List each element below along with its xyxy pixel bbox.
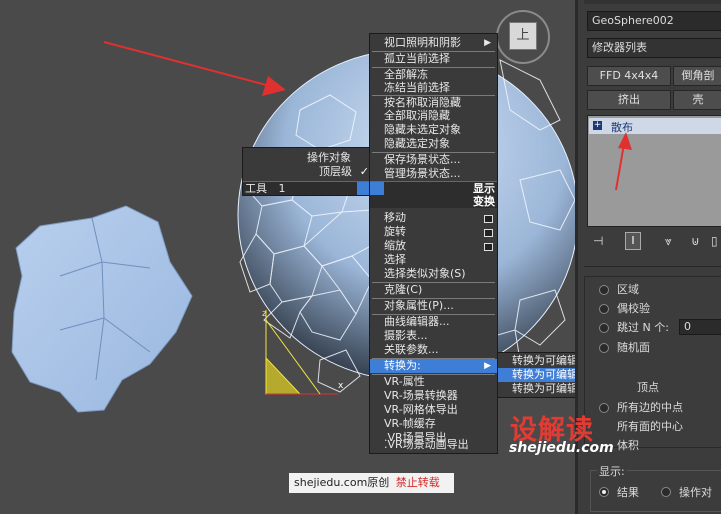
display-header: 显示 <box>370 181 497 195</box>
menu-item-isolate-selection[interactable]: 孤立当前选择 <box>370 52 497 66</box>
command-panel: GeoSphere002 修改器列表 FFD 4x4x4 倒角剖 挤出 壳 + … <box>578 0 721 514</box>
expand-icon[interactable]: + <box>593 121 602 130</box>
menu-item-convert-editable-mesh[interactable]: 转换为可编辑网格 <box>498 354 578 368</box>
menu-item-operation-object[interactable]: 操作对象 <box>243 151 371 165</box>
distribution-group: 区域 偶校验 跳过 N 个: 0 随机面 顶点 所有边的中点 所有面的中心 体积 <box>584 276 721 452</box>
menu-item-viewport-lighting[interactable]: 视口照明和阴影 ▶ <box>370 36 497 50</box>
viewcube[interactable]: 上 <box>496 10 550 64</box>
menu-item-hide-unselected[interactable]: 隐藏未选定对象 <box>370 123 497 137</box>
menu-item-top-level[interactable]: 顶层级 ✓ <box>243 165 371 179</box>
configure-sets-icon[interactable]: ▯ <box>711 234 718 248</box>
extrude-button[interactable]: 挤出 <box>587 90 671 110</box>
menu-item-scale[interactable]: 缩放 <box>370 239 497 253</box>
modifier-list-dropdown[interactable]: 修改器列表 <box>587 38 721 58</box>
watermark-bar: shejiedu.com原创 禁止转载 <box>289 473 454 493</box>
menu-item-convert-to[interactable]: 转换为: ▶ <box>370 359 497 373</box>
menu-item-freeze-selection[interactable]: 冻结当前选择 <box>370 81 497 95</box>
option-box-icon[interactable] <box>484 243 493 251</box>
menu-item-select[interactable]: 选择 <box>370 253 497 267</box>
annotation-arrow <box>615 132 632 191</box>
option-box-icon[interactable] <box>484 229 493 237</box>
quad-menu-right: 视口照明和阴影 ▶ 孤立当前选择 全部解冻 冻结当前选择 按名称取消隐藏 全部取消… <box>369 33 498 454</box>
perspective-viewport[interactable]: z x 上 操作对象 顶层级 ✓ 工具 1 视口照明和阴影 ▶ 孤立当前选择 全部… <box>0 0 578 514</box>
annotation-arrow <box>103 41 286 96</box>
menu-item-curve-editor[interactable]: 曲线编辑器... <box>370 315 497 329</box>
menu-item-clone[interactable]: 克隆(C) <box>370 283 497 297</box>
submenu-arrow-icon: ▶ <box>484 38 491 48</box>
svg-text:z: z <box>262 309 267 319</box>
convert-submenu: 转换为可编辑网格 转换为可编辑多边形 转换为可编辑面片 <box>497 352 578 398</box>
menu-item-unfreeze-all[interactable]: 全部解冻 <box>370 68 497 82</box>
shell-button[interactable]: 壳 <box>673 90 721 110</box>
quad-menu-left: 操作对象 顶层级 ✓ 工具 1 <box>242 147 372 196</box>
menu-item-vr-properties[interactable]: VR-属性 <box>370 375 497 389</box>
svg-text:x: x <box>338 381 344 391</box>
menu-item-vr-scene-converter[interactable]: VR-场景转换器 <box>370 389 497 403</box>
show-end-result-icon[interactable]: I <box>625 232 641 250</box>
pin-stack-icon[interactable]: ⊣ <box>593 234 603 248</box>
ffd-button[interactable]: FFD 4x4x4 <box>587 66 671 86</box>
menu-item-vr-scene-anim-export[interactable]: .VR场景动画导出 <box>370 438 497 451</box>
menu-item-dope-sheet[interactable]: 摄影表... <box>370 329 497 343</box>
submenu-arrow-icon: ▶ <box>484 361 491 371</box>
radio-operand[interactable] <box>661 487 671 497</box>
menu-item-select-similar[interactable]: 选择类似对象(S) <box>370 267 497 281</box>
menu-item-unhide-all[interactable]: 全部取消隐藏 <box>370 109 497 123</box>
radio-skip-n[interactable] <box>599 323 609 333</box>
menu-item-convert-editable-poly[interactable]: 转换为可编辑多边形 <box>498 368 578 382</box>
transform-header: 变换 <box>370 195 497 208</box>
menu-item-unhide-by-name[interactable]: 按名称取消隐藏 <box>370 96 497 110</box>
display-group: 显示: 结果 操作对 <box>590 463 721 512</box>
menu-item-rotate[interactable]: 旋转 <box>370 225 497 239</box>
menu-item-vr-mesh-export[interactable]: VR-网格体导出 <box>370 403 497 417</box>
menu-item-convert-editable-patch[interactable]: 转换为可编辑面片 <box>498 382 578 396</box>
menu-item-wire-parameters[interactable]: 关联参数... <box>370 343 497 357</box>
check-icon: ✓ <box>359 165 369 178</box>
viewcube-face[interactable]: 上 <box>509 22 537 50</box>
radio-edge-midpoints[interactable] <box>599 403 609 413</box>
menu-item-object-properties[interactable]: 对象属性(P)... <box>370 299 497 313</box>
radio-even[interactable] <box>599 304 609 314</box>
tools-header: 工具 1 <box>243 181 371 195</box>
skip-n-input[interactable]: 0 <box>679 319 721 335</box>
option-box-icon[interactable] <box>484 215 493 223</box>
remove-modifier-icon[interactable]: ⊍ <box>691 234 700 248</box>
menu-item-hide-selection[interactable]: 隐藏选定对象 <box>370 137 497 151</box>
menu-item-move[interactable]: 移动 <box>370 211 497 225</box>
radio-area[interactable] <box>599 285 609 295</box>
menu-item-manage-scene-states[interactable]: 管理场景状态... <box>370 167 497 181</box>
menu-item-vr-frame-buffer[interactable]: VR-帧缓存 <box>370 417 497 431</box>
menu-item-save-scene-state[interactable]: 保存场景状态... <box>370 153 497 167</box>
brand-url: shejiedu.com <box>509 440 614 456</box>
stack-toolbar: ⊣ I ⩔ ⊍ ▯ <box>587 232 721 252</box>
object-name-field[interactable]: GeoSphere002 <box>587 11 721 31</box>
bevel-profile-button[interactable]: 倒角剖 <box>673 66 721 86</box>
make-unique-icon[interactable]: ⩔ <box>665 234 672 249</box>
flower-object[interactable] <box>11 205 193 413</box>
radio-random-faces[interactable] <box>599 343 609 353</box>
radio-result[interactable] <box>599 487 609 497</box>
